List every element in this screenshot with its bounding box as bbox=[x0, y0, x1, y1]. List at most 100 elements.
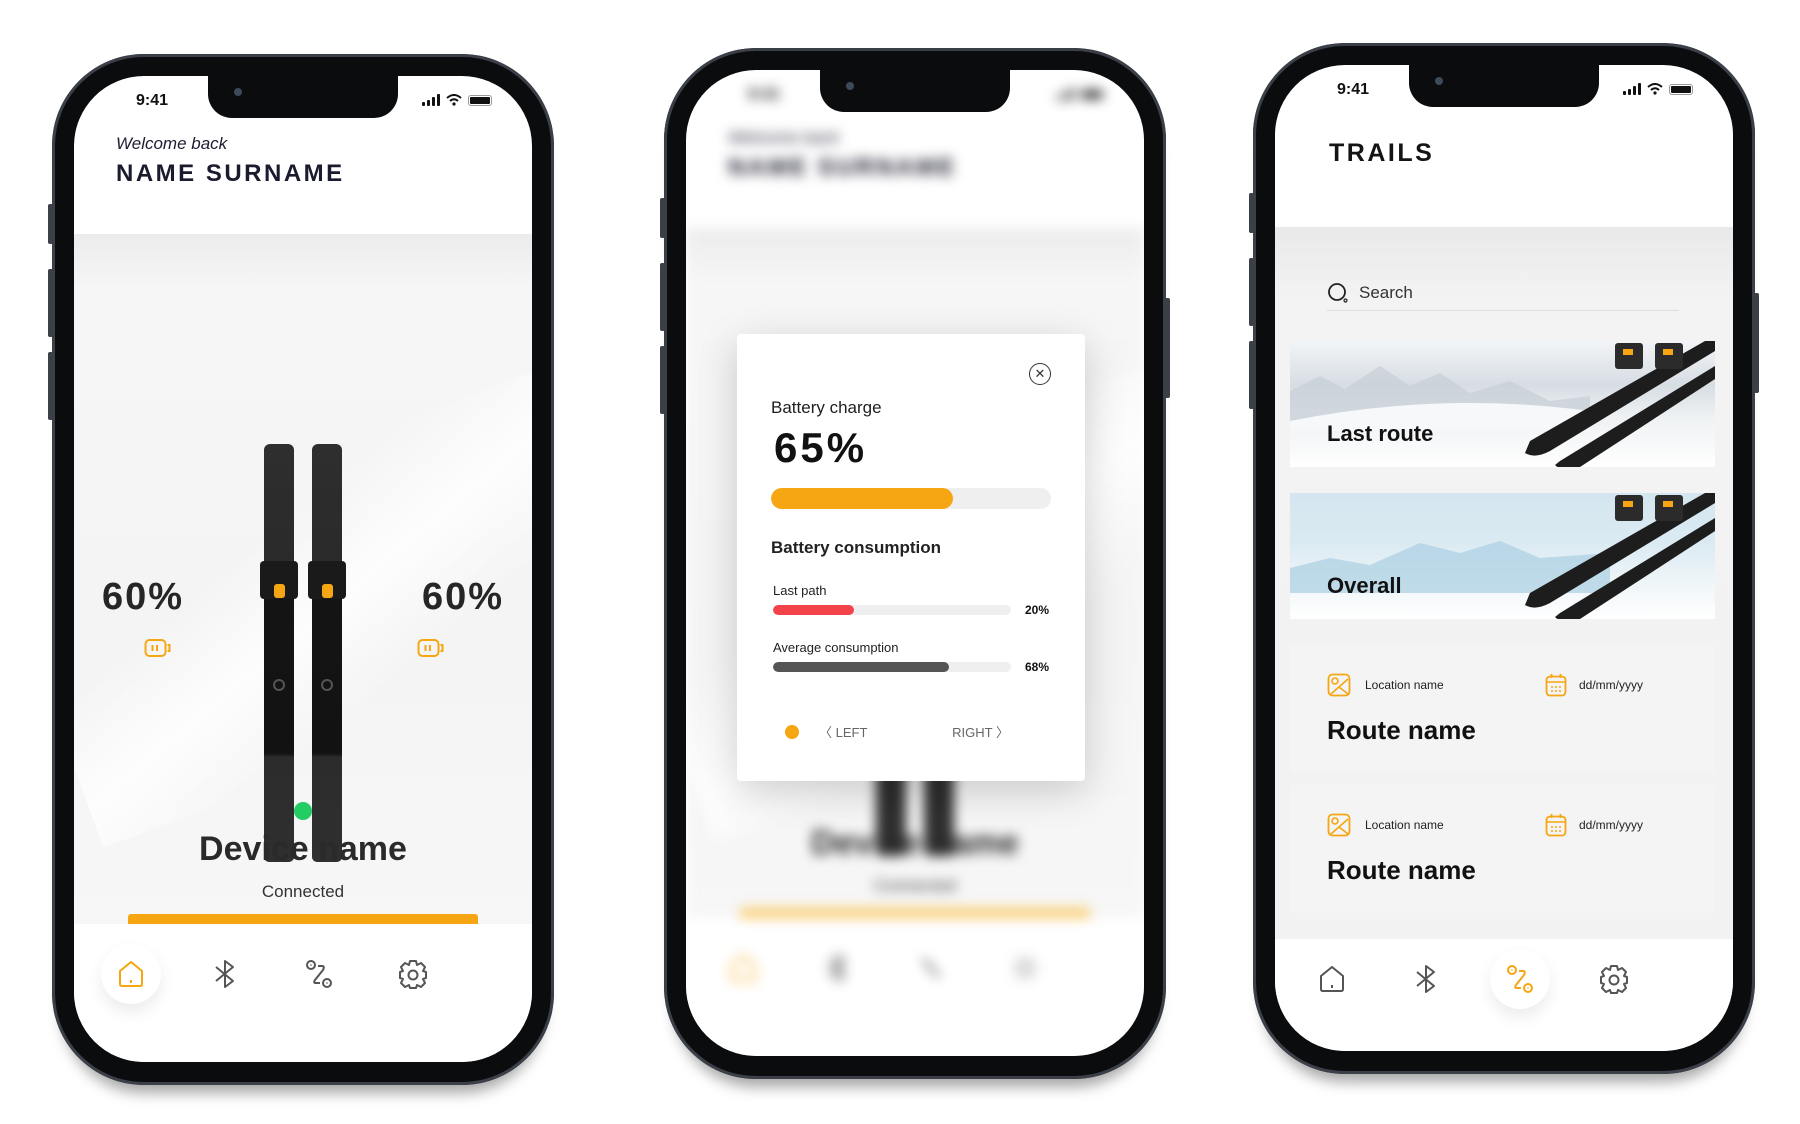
tab-home[interactable] bbox=[101, 944, 161, 1004]
route-name: Route name bbox=[1327, 855, 1476, 885]
calendar-icon bbox=[1545, 814, 1567, 837]
tab-settings[interactable] bbox=[383, 944, 443, 1004]
left-battery-icon bbox=[144, 639, 171, 657]
tab-settings[interactable] bbox=[1584, 949, 1644, 1009]
gear-icon bbox=[1013, 956, 1037, 980]
battery-status-icon bbox=[1669, 83, 1693, 95]
route-location: Location name bbox=[1327, 813, 1444, 837]
phone-side-button bbox=[1249, 341, 1254, 409]
notch bbox=[208, 76, 398, 118]
location-map-icon bbox=[1327, 813, 1351, 837]
skis-image bbox=[1525, 341, 1715, 467]
battery-status-icon bbox=[1080, 88, 1104, 100]
side-pager: 〈 LEFT RIGHT 〉 bbox=[773, 722, 1049, 742]
right-battery-icon bbox=[417, 639, 444, 657]
tab-bluetooth[interactable] bbox=[1396, 949, 1456, 1009]
tab-routes[interactable] bbox=[1490, 949, 1550, 1009]
tab-settings bbox=[995, 938, 1055, 998]
average-consumption-label: Average consumption bbox=[773, 640, 899, 655]
home-icon bbox=[119, 961, 143, 987]
ski-latch bbox=[322, 584, 333, 598]
last-path-value: 20% bbox=[1024, 603, 1049, 617]
home-icon bbox=[731, 954, 755, 981]
notch bbox=[820, 70, 1010, 112]
user-name: NAME SURNAME bbox=[116, 160, 345, 187]
right-ski-image bbox=[308, 444, 346, 862]
date-text: dd/mm/yyyy bbox=[1579, 818, 1644, 832]
location-name: Location name bbox=[1365, 818, 1444, 832]
phone-side-button bbox=[48, 352, 53, 420]
status-time: 9:41 bbox=[748, 86, 781, 103]
phone-side-button bbox=[660, 263, 665, 331]
last-path-fill bbox=[773, 605, 854, 615]
pager-left-button[interactable]: 〈 LEFT bbox=[819, 722, 867, 741]
last-path-label: Last path bbox=[773, 583, 827, 598]
last-route-banner[interactable]: Last route bbox=[1290, 341, 1715, 467]
right-battery-percent[interactable]: 60% bbox=[422, 576, 504, 619]
close-button[interactable]: ✕ bbox=[1029, 363, 1051, 385]
ski-mechanism bbox=[273, 679, 285, 691]
tab-home bbox=[713, 938, 773, 998]
route-name: Route name bbox=[1327, 715, 1476, 745]
search-input[interactable]: Search bbox=[1327, 275, 1679, 311]
tab-routes[interactable] bbox=[289, 944, 349, 1004]
last-path-bar bbox=[773, 605, 1011, 615]
tab-routes bbox=[901, 938, 961, 998]
pager-right-button[interactable]: RIGHT 〉 bbox=[952, 722, 1009, 741]
trails-screen: 9:41 TRAILS Search Last route Overall Lo… bbox=[1275, 65, 1733, 1051]
pager-right-label: RIGHT bbox=[952, 725, 993, 740]
overall-title: Overall bbox=[1327, 573, 1402, 598]
battery-charge-title: Battery charge bbox=[771, 398, 882, 417]
gear-icon bbox=[399, 960, 427, 989]
calendar-icon bbox=[1545, 674, 1567, 697]
battery-charge-value: 65% bbox=[774, 424, 868, 471]
camera bbox=[1435, 77, 1443, 85]
tab-bluetooth[interactable] bbox=[195, 944, 255, 1004]
left-ski-image bbox=[260, 444, 298, 862]
overall-banner[interactable]: Overall bbox=[1290, 493, 1715, 619]
tab-bar bbox=[686, 918, 1144, 1056]
welcome-text: Welcome back bbox=[728, 128, 840, 147]
bluetooth-icon bbox=[1416, 965, 1435, 993]
battery-charge-bar bbox=[771, 488, 1051, 509]
tab-bluetooth bbox=[807, 938, 867, 998]
tab-bar bbox=[1275, 939, 1733, 1051]
phone-side-button bbox=[48, 269, 53, 337]
battery-screen: 9:41 Welcome back NAME SURNAME Device na… bbox=[686, 70, 1144, 1056]
phone-side-button bbox=[1249, 193, 1254, 233]
route-card[interactable]: Location name dd/mm/yyyy Route name bbox=[1290, 785, 1715, 913]
connection-status-dot bbox=[294, 802, 312, 820]
status-time: 9:41 bbox=[1337, 81, 1370, 98]
tab-home[interactable] bbox=[1302, 949, 1362, 1009]
gear-icon bbox=[1600, 965, 1628, 994]
chevron-left-icon: 〈 bbox=[819, 725, 836, 740]
last-route-title: Last route bbox=[1327, 421, 1434, 446]
phone-side-button bbox=[1165, 298, 1170, 398]
route-card[interactable]: Location name dd/mm/yyyy Route name bbox=[1290, 645, 1715, 773]
phone-side-button bbox=[660, 198, 665, 238]
device-status: Connected bbox=[261, 882, 345, 901]
search-icon bbox=[1328, 282, 1348, 303]
location-map-icon bbox=[1327, 673, 1351, 697]
page-title: TRAILS bbox=[1329, 139, 1435, 167]
home-icon bbox=[1320, 966, 1344, 992]
battery-charge-fill bbox=[771, 488, 953, 509]
welcome-text: Welcome back bbox=[116, 134, 228, 153]
route-date: dd/mm/yyyy bbox=[1545, 813, 1643, 837]
bluetooth-icon bbox=[215, 960, 234, 988]
route-icon bbox=[921, 958, 941, 978]
pager-left-label: LEFT bbox=[835, 725, 868, 740]
skis-image bbox=[1525, 493, 1715, 619]
notch bbox=[1409, 65, 1599, 107]
wifi-icon bbox=[1647, 83, 1663, 95]
average-consumption-fill bbox=[773, 662, 950, 672]
left-battery-percent[interactable]: 60% bbox=[102, 576, 184, 619]
signal-icon bbox=[1623, 83, 1641, 95]
close-icon: ✕ bbox=[1034, 366, 1046, 381]
signal-icon bbox=[422, 94, 440, 106]
device-name: Device name bbox=[811, 824, 1019, 862]
battery-consumption-title: Battery consumption bbox=[771, 538, 942, 557]
phone-home: 9:41 Welcome back NAME SURNAME 60% 60% D… bbox=[48, 54, 554, 1085]
phone-battery-modal: 9:41 Welcome back NAME SURNAME Device na… bbox=[660, 48, 1170, 1079]
signal-icon bbox=[1056, 88, 1074, 100]
